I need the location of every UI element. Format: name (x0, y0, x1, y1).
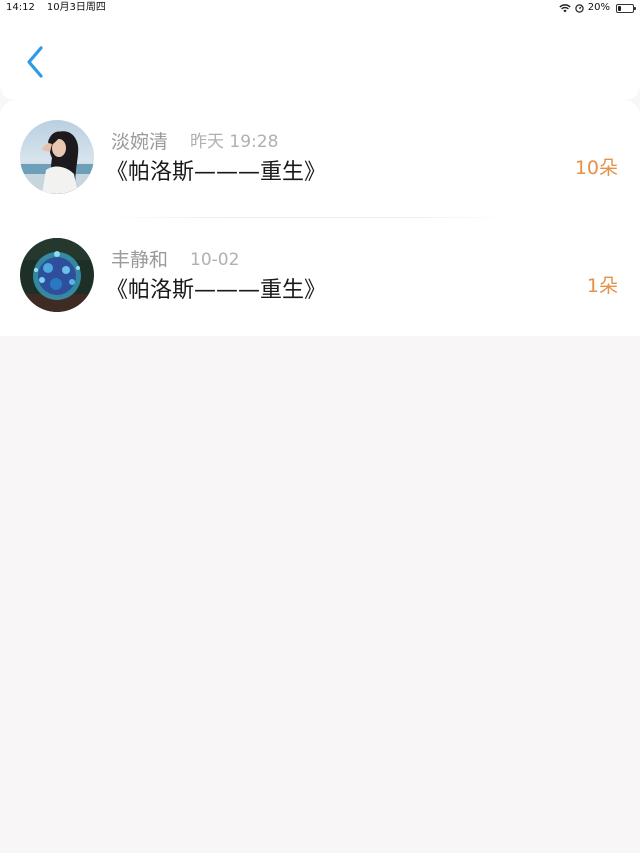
page: 14:12 10月3日周四 20% 淡婉清 昨天 19:28 《帕洛斯———重生… (0, 0, 640, 853)
back-button[interactable] (18, 44, 52, 84)
flower-record-list: 淡婉清 昨天 19:28 《帕洛斯———重生》 10朵 丰静和 10-02 《帕… (0, 100, 640, 336)
status-right: 20% (559, 2, 636, 14)
status-time: 14:12 (6, 2, 35, 13)
avatar[interactable] (20, 238, 94, 312)
wifi-icon (559, 3, 571, 13)
battery-fill (618, 5, 621, 11)
avatar[interactable] (20, 120, 94, 194)
status-left: 14:12 10月3日周四 (6, 2, 106, 14)
user-name: 淡婉清 (111, 131, 169, 153)
post-time: 昨天 19:28 (190, 132, 279, 152)
status-date: 10月3日周四 (46, 2, 106, 13)
work-title[interactable]: 《帕洛斯———重生》 (106, 159, 326, 187)
chevron-left-icon (25, 45, 45, 83)
location-icon (575, 3, 584, 13)
battery-icon (616, 3, 636, 13)
work-title[interactable]: 《帕洛斯———重生》 (106, 277, 326, 305)
flower-count: 1朵 (586, 275, 618, 297)
battery-percent: 20% (587, 2, 610, 13)
list-item[interactable]: 丰静和 10-02 《帕洛斯———重生》 1朵 (0, 218, 640, 336)
list-item[interactable]: 淡婉清 昨天 19:28 《帕洛斯———重生》 10朵 (0, 100, 640, 218)
post-time: 10-02 (190, 250, 240, 270)
user-name: 丰静和 (111, 249, 169, 271)
nav-header (0, 16, 640, 100)
flower-count: 10朵 (574, 157, 618, 179)
status-bar: 14:12 10月3日周四 20% (0, 0, 640, 16)
